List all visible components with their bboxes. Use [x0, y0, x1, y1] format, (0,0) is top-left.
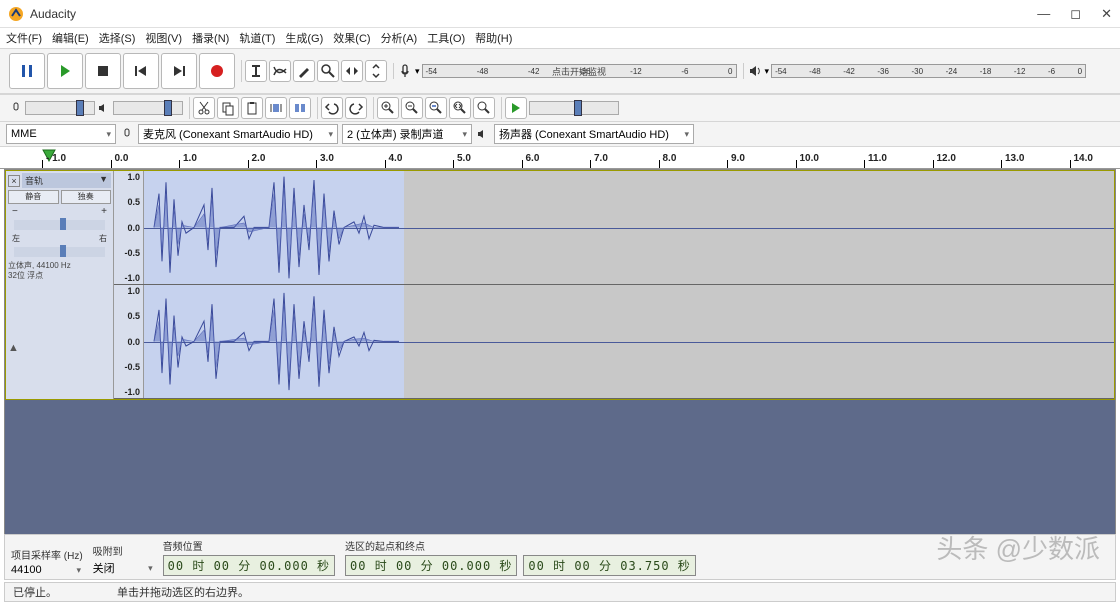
- vertical-scale[interactable]: 1.00.50.0-0.5-1.0: [114, 171, 144, 284]
- play-meter-dropdown-icon[interactable]: ▾: [765, 66, 770, 77]
- maximize-button[interactable]: ◻: [1070, 6, 1081, 22]
- record-meter[interactable]: -54-48-42-36 点击开始监视 -12-60: [422, 64, 737, 78]
- fit-project-button[interactable]: [449, 97, 471, 119]
- multi-tool-icon[interactable]: [365, 60, 387, 82]
- meter-placeholder: 点击开始监视: [552, 65, 606, 78]
- track-name-dropdown[interactable]: 音轨▼: [22, 173, 111, 188]
- menu-select[interactable]: 选择(S): [99, 30, 136, 46]
- track-collapse-icon[interactable]: ▲: [8, 342, 19, 354]
- audio-position-label: 音频位置: [163, 538, 335, 553]
- zoom-in-button[interactable]: [377, 97, 399, 119]
- audio-track: × 音轨▼ 静音 独奏 −+ 左右 立体声, 44100 Hz32位 浮点 ▲ …: [5, 170, 1115, 400]
- edit-toolbar: [189, 97, 314, 119]
- track-control-panel[interactable]: × 音轨▼ 静音 独奏 −+ 左右 立体声, 44100 Hz32位 浮点 ▲: [6, 171, 114, 399]
- menu-generate[interactable]: 生成(G): [285, 30, 323, 46]
- menu-help[interactable]: 帮助(H): [475, 30, 512, 46]
- menu-transport[interactable]: 播录(N): [192, 30, 229, 46]
- playatspeed-toolbar: [501, 97, 622, 119]
- selection-label: 选区的起点和终点: [345, 538, 696, 553]
- play-meter-toolbar: ▾ -54-48-42-36-30-24-18-12-60: [743, 63, 1090, 79]
- transport-toolbar: [6, 53, 238, 89]
- project-rate-select[interactable]: 44100: [11, 564, 81, 576]
- trim-button[interactable]: [265, 97, 287, 119]
- project-rate-label: 项目采样率 (Hz): [11, 547, 83, 562]
- track-area: × 音轨▼ 静音 独奏 −+ 左右 立体声, 44100 Hz32位 浮点 ▲ …: [4, 169, 1116, 539]
- playback-meter[interactable]: -54-48-42-36-30-24-18-12-60: [771, 64, 1086, 78]
- cut-button[interactable]: [193, 97, 215, 119]
- selection-toolbar: 项目采样率 (Hz) 44100 吸附到 关闭 音频位置 00 时 00 分 0…: [4, 534, 1116, 580]
- track-gain-slider[interactable]: [14, 220, 105, 230]
- playback-speed-slider[interactable]: [529, 101, 619, 115]
- timeshift-tool-icon[interactable]: [341, 60, 363, 82]
- speaker-device-icon: [476, 127, 490, 141]
- minimize-button[interactable]: —: [1037, 6, 1050, 22]
- recording-device-select[interactable]: 麦克风 (Conexant SmartAudio HD): [138, 124, 338, 144]
- close-button[interactable]: ✕: [1101, 6, 1112, 22]
- record-volume-slider[interactable]: [25, 101, 95, 115]
- paste-button[interactable]: [241, 97, 263, 119]
- waveform-left[interactable]: [144, 171, 1114, 284]
- mic-small-icon: [9, 101, 23, 115]
- play-at-speed-button[interactable]: [505, 97, 527, 119]
- snap-to-label: 吸附到: [93, 543, 153, 558]
- track-close-button[interactable]: ×: [8, 175, 20, 187]
- app-logo-icon: [8, 6, 24, 22]
- fit-selection-button[interactable]: [425, 97, 447, 119]
- zoom-toolbar: [373, 97, 498, 119]
- menu-effect[interactable]: 效果(C): [333, 30, 370, 46]
- tools-toolbar: [241, 60, 390, 82]
- skip-start-button[interactable]: [123, 53, 159, 89]
- audio-host-select[interactable]: MME: [6, 124, 116, 144]
- record-meter-toolbar: ▾ -54-48-42-36 点击开始监视 -12-60: [393, 63, 740, 79]
- draw-tool-icon[interactable]: [293, 60, 315, 82]
- mic-icon: [397, 63, 413, 79]
- menu-file[interactable]: 文件(F): [6, 30, 42, 46]
- menu-edit[interactable]: 编辑(E): [52, 30, 89, 46]
- selection-end-field[interactable]: 00 时 00 分 03.750 秒: [523, 555, 695, 576]
- zoom-toggle-button[interactable]: [473, 97, 495, 119]
- audio-position-field[interactable]: 00 时 00 分 00.000 秒: [163, 555, 335, 576]
- track-format-info: 立体声, 44100 Hz32位 浮点: [8, 261, 111, 282]
- solo-button[interactable]: 独奏: [61, 190, 112, 204]
- menu-tools[interactable]: 工具(O): [427, 30, 465, 46]
- zoom-tool-icon[interactable]: [317, 60, 339, 82]
- vertical-scale[interactable]: 1.00.50.0-0.5-1.0: [114, 285, 144, 398]
- zoom-out-button[interactable]: [401, 97, 423, 119]
- mute-button[interactable]: 静音: [8, 190, 59, 204]
- redo-button[interactable]: [345, 97, 367, 119]
- menu-view[interactable]: 视图(V): [145, 30, 182, 46]
- envelope-tool-icon[interactable]: [269, 60, 291, 82]
- speaker-icon: [747, 63, 763, 79]
- track-pan-slider[interactable]: [14, 247, 105, 257]
- play-button[interactable]: [47, 53, 83, 89]
- status-hint: 单击并拖动选区的右边界。: [117, 584, 249, 600]
- status-state: 已停止。: [13, 584, 57, 600]
- mic-device-icon: [120, 127, 134, 141]
- rec-meter-dropdown-icon[interactable]: ▾: [415, 66, 420, 77]
- menu-bar: 文件(F) 编辑(E) 选择(S) 视图(V) 播录(N) 轨道(T) 生成(G…: [0, 28, 1120, 48]
- waveform-right[interactable]: [144, 285, 1114, 398]
- selection-tool-icon[interactable]: [245, 60, 267, 82]
- playback-device-select[interactable]: 扬声器 (Conexant SmartAudio HD): [494, 124, 694, 144]
- selection-start-field[interactable]: 00 时 00 分 00.000 秒: [345, 555, 517, 576]
- menu-tracks[interactable]: 轨道(T): [239, 30, 275, 46]
- pause-button[interactable]: [9, 53, 45, 89]
- speaker-small-icon: [97, 101, 111, 115]
- status-bar: 已停止。 单击并拖动选区的右边界。: [4, 582, 1116, 602]
- menu-analyze[interactable]: 分析(A): [381, 30, 418, 46]
- playback-volume-slider[interactable]: [113, 101, 183, 115]
- undo-button[interactable]: [321, 97, 343, 119]
- snap-to-select[interactable]: 关闭: [93, 560, 153, 576]
- copy-button[interactable]: [217, 97, 239, 119]
- silence-button[interactable]: [289, 97, 311, 119]
- record-button[interactable]: [199, 53, 235, 89]
- window-title: Audacity: [30, 7, 1037, 21]
- stop-button[interactable]: [85, 53, 121, 89]
- skip-end-button[interactable]: [161, 53, 197, 89]
- timeline-ruler[interactable]: - 1.00.01.02.03.04.05.06.07.08.09.010.01…: [0, 147, 1120, 169]
- recording-channels-select[interactable]: 2 (立体声) 录制声道: [342, 124, 472, 144]
